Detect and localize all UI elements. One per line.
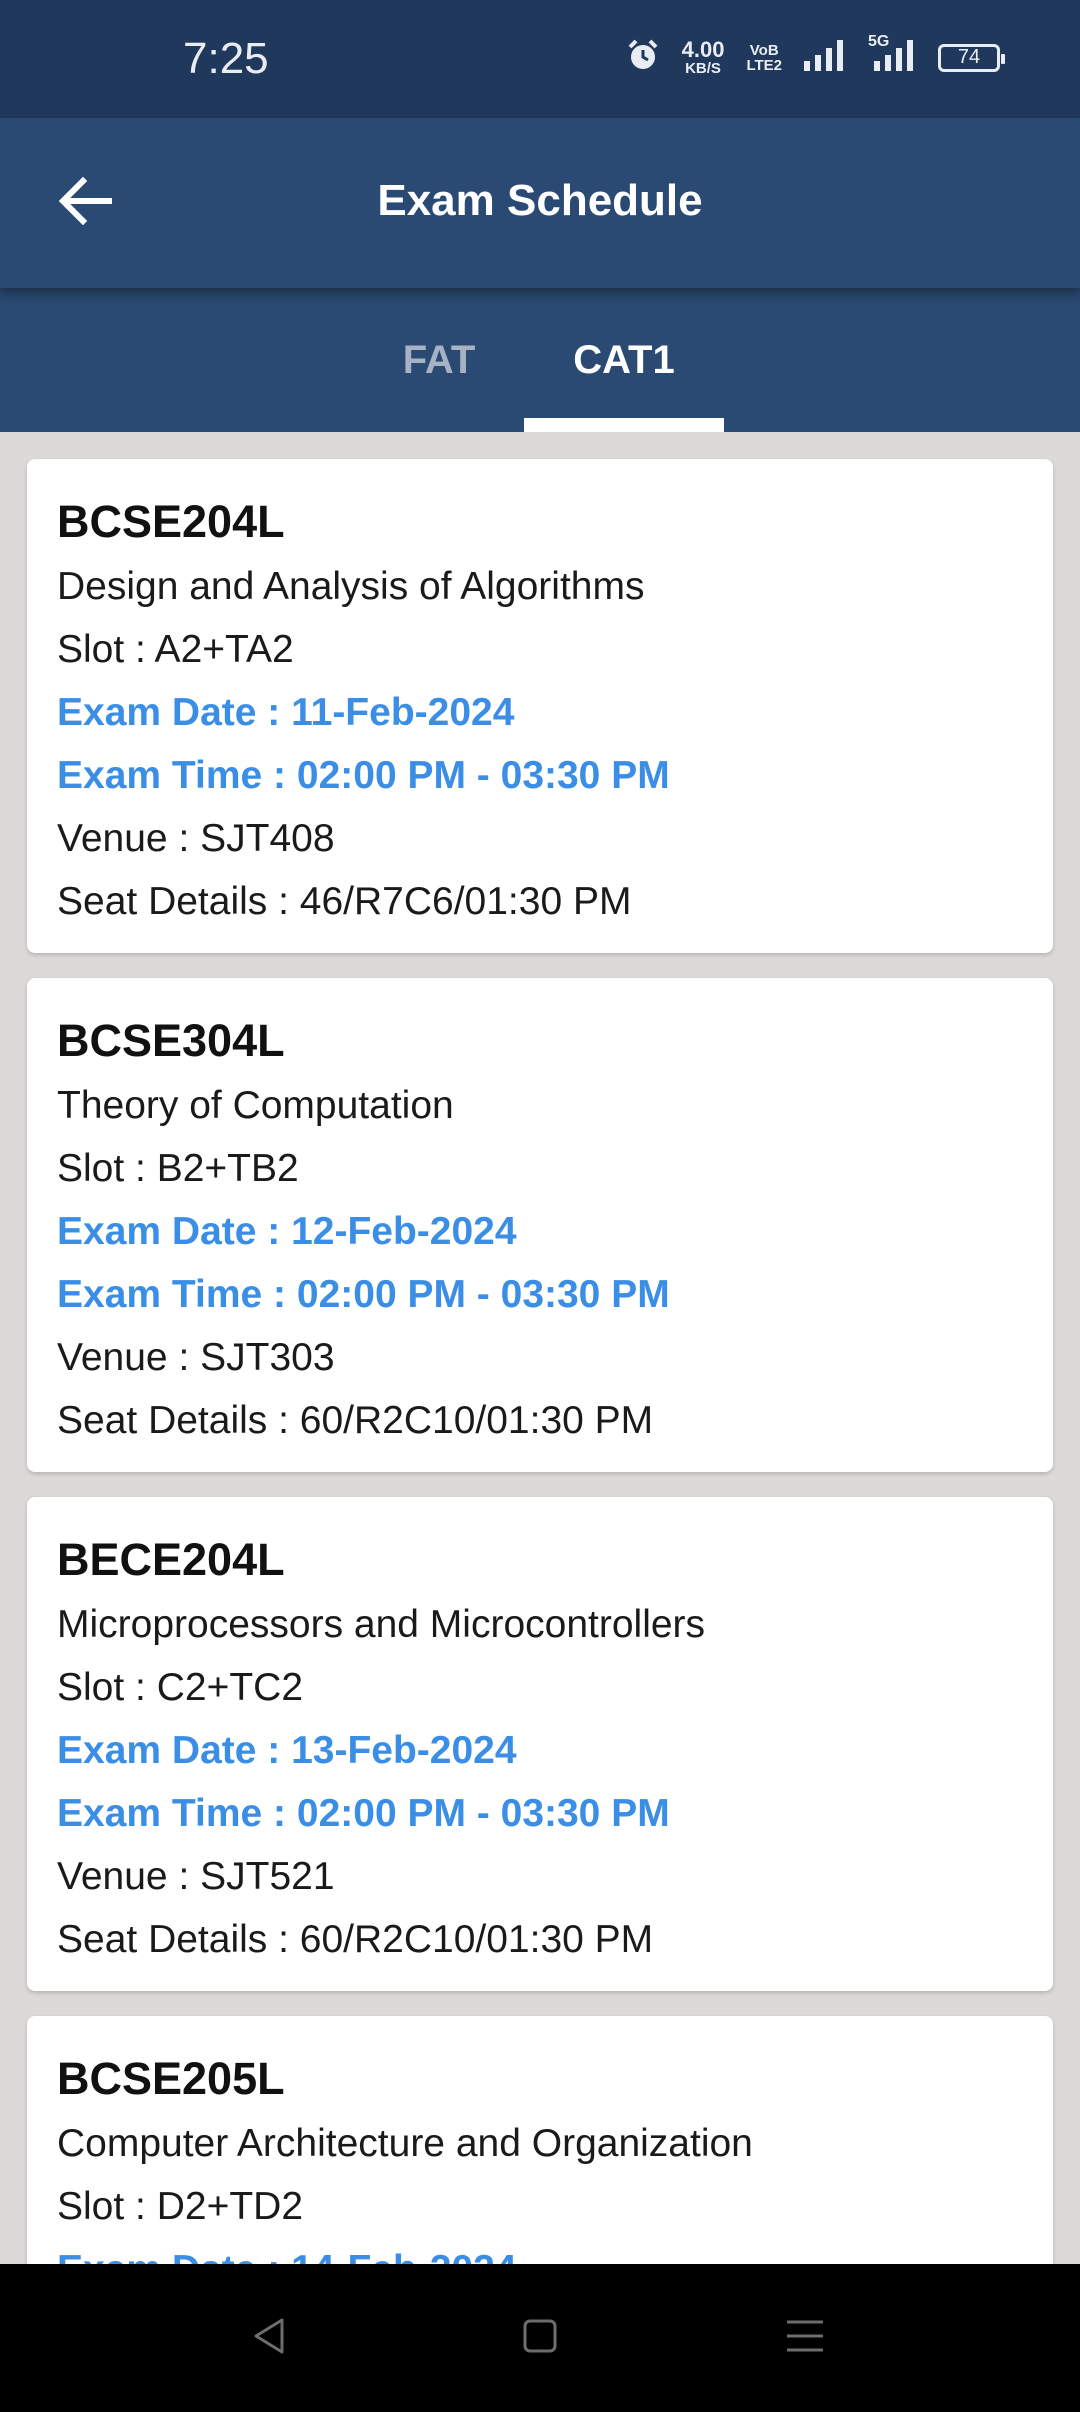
tab-indicator [524,418,724,432]
course-code: BCSE304L [57,1015,285,1066]
net-speed-unit: KB/S [685,60,721,77]
exam-card[interactable]: BECE204L Microprocessors and Microcontro… [27,1497,1053,1991]
exam-slot: Slot : B2+TB2 [57,1147,299,1190]
battery-icon: 74 [938,43,1005,72]
course-code: BCSE204L [57,496,285,547]
course-code: BCSE205L [57,2053,285,2104]
nav-menu-button[interactable] [775,2308,835,2368]
network-speed: 4.00 KB/S [681,37,725,77]
exam-time: Exam Time : 02:00 PM - 03:30 PM [57,1792,670,1835]
page-title: Exam Schedule [377,176,703,225]
signal-icon [804,39,846,76]
exam-date: Exam Date : 11-Feb-2024 [57,691,515,734]
status-icons: 4.00 KB/S VoB LTE2 5G 74 [626,33,1005,77]
status-bar: 7:25 4.00 KB/S VoB LTE2 5G 74 [0,0,1080,118]
seat-details: Seat Details : 60/R2C10/01:30 PM [57,1918,654,1961]
volte-indicator: VoB LTE2 [746,43,782,73]
network-5g-label: 5G [868,33,890,50]
exam-slot: Slot : C2+TC2 [57,1666,304,1709]
volte-bottom: LTE2 [746,56,782,74]
menu-lines-icon [785,2316,825,2361]
exam-date: Exam Date : 12-Feb-2024 [57,1210,517,1253]
battery-level: 74 [957,46,981,68]
alarm-icon [626,38,660,77]
tab-cat1[interactable]: CAT1 [524,288,724,432]
exam-date: Exam Date : 14-Feb-2024 [57,2238,1023,2264]
course-code: BECE204L [57,1534,285,1585]
course-title: Design and Analysis of Algorithms [57,565,645,608]
signal-5g-icon: 5G [868,33,916,76]
net-speed-value: 4.00 [681,37,725,62]
exam-time: Exam Time : 02:00 PM - 03:30 PM [57,1273,670,1316]
exam-venue: Venue : SJT521 [57,1855,335,1898]
exam-slot: Slot : A2+TA2 [57,628,294,671]
exam-card[interactable]: BCSE205L Computer Architecture and Organ… [27,2016,1053,2264]
exam-time: Exam Time : 02:00 PM - 03:30 PM [57,754,670,797]
seat-details: Seat Details : 60/R2C10/01:30 PM [57,1399,654,1442]
exam-venue: Venue : SJT303 [57,1336,335,1379]
app-bar: Exam Schedule [0,118,1080,288]
nav-home-button[interactable] [510,2308,570,2368]
back-triangle-icon [250,2316,290,2361]
home-square-icon [520,2316,560,2361]
system-nav-bar [0,2264,1080,2412]
exam-card[interactable]: BCSE304L Theory of Computation Slot : B2… [27,978,1053,1472]
nav-back-button[interactable] [240,2308,300,2368]
course-title: Theory of Computation [57,1084,454,1127]
exam-card[interactable]: BCSE204L Design and Analysis of Algorith… [27,459,1053,953]
exam-list[interactable]: BCSE204L Design and Analysis of Algorith… [0,432,1080,2264]
status-time: 7:25 [183,34,269,83]
exam-venue: Venue : SJT408 [57,817,335,860]
volte-top: VoB [749,41,779,59]
tab-fat[interactable]: FAT [370,288,508,432]
course-title: Microprocessors and Microcontrollers [57,1603,706,1646]
exam-slot: Slot : D2+TD2 [57,2185,304,2228]
tab-bar: FAT CAT1 [0,288,1080,432]
course-title: Computer Architecture and Organization [57,2122,753,2165]
exam-date: Exam Date : 13-Feb-2024 [57,1729,517,1772]
seat-details: Seat Details : 46/R7C6/01:30 PM [57,880,632,923]
